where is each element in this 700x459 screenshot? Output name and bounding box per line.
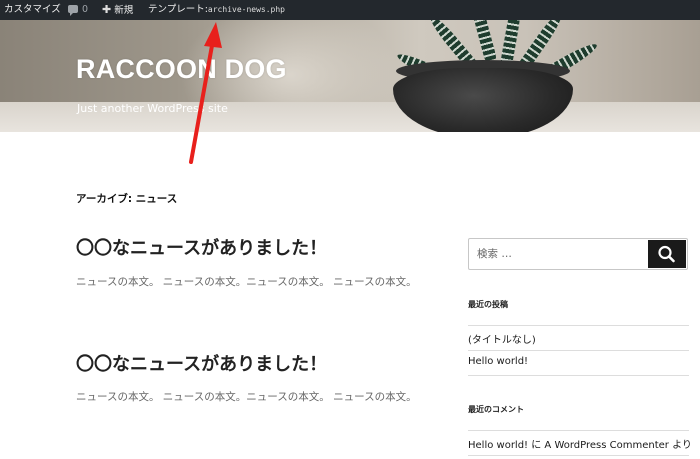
recent-posts-title: 最近の投稿 [468, 300, 508, 309]
post-body: ニュースの本文。 ニュースの本文。ニュースの本文。 ニュースの本文。 [76, 391, 417, 403]
divider [468, 455, 689, 456]
search-button[interactable] [648, 240, 686, 268]
divider [468, 350, 689, 351]
template-info[interactable]: テンプレート:archive-news.php [148, 0, 285, 20]
site-description: Just another WordPress site [77, 102, 228, 115]
recent-post-link[interactable]: (タイトルなし) [468, 331, 536, 346]
divider [468, 325, 689, 326]
search-input[interactable] [469, 239, 649, 269]
new-content-link[interactable]: ✚ 新規 [102, 0, 133, 20]
template-label: テンプレート: [148, 4, 208, 15]
search-form [468, 238, 688, 270]
plus-icon: ✚ [102, 3, 112, 16]
search-icon [658, 245, 675, 263]
template-file: archive-news.php [207, 5, 285, 14]
post-title[interactable]: 〇〇なニュースがありました！ [76, 350, 327, 376]
post-body: ニュースの本文。 ニュースの本文。ニュースの本文。 ニュースの本文。 [76, 276, 417, 288]
recent-comment-link[interactable]: Hello world! に A WordPress Commenter より [468, 436, 692, 451]
new-label: 新規 [114, 5, 134, 16]
divider [468, 375, 689, 376]
admin-bar: カスタマイズ 0 ✚ 新規 テンプレート:archive-news.php [0, 0, 700, 20]
site-header: RACCOON DOG Just another WordPress site [0, 20, 700, 132]
post-title[interactable]: 〇〇なニュースがありました！ [76, 234, 327, 260]
recent-comments-title: 最近のコメント [468, 405, 524, 414]
site-title[interactable]: RACCOON DOG [76, 54, 287, 85]
comments-link[interactable]: 0 [68, 0, 88, 20]
divider [468, 430, 689, 431]
archive-title: アーカイブ: ニュース [76, 193, 178, 205]
customize-link[interactable]: カスタマイズ [4, 0, 61, 20]
comment-bubble-icon [68, 5, 78, 16]
plant-pot [393, 68, 573, 132]
recent-post-link[interactable]: Hello world! [468, 356, 528, 367]
comments-count: 0 [82, 4, 89, 15]
